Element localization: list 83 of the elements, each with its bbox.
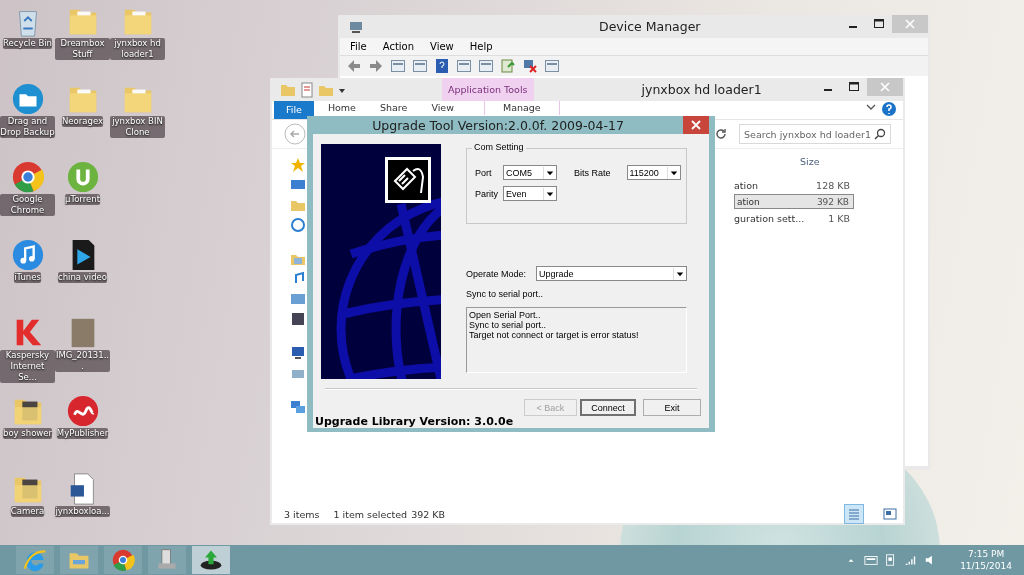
port-dropdown[interactable]: COM5 [503, 165, 557, 180]
status-text: 1 item selected [333, 508, 408, 520]
help-icon[interactable] [881, 101, 897, 117]
back-arrow-icon[interactable] [346, 58, 362, 74]
ribbon-tab[interactable]: Manage [483, 101, 560, 115]
cable-icon [385, 157, 431, 203]
context-tab-group: Application Tools [442, 78, 534, 101]
panel-icon[interactable] [456, 58, 472, 74]
close-button[interactable] [683, 116, 709, 134]
desktop-icon-label[interactable]: Drag and Drop Backup [0, 116, 55, 138]
file-row[interactable]: ation 128 KB [734, 177, 854, 193]
status-text: Sync to serial port.. [466, 289, 545, 299]
log-line: Open Serial Port.. [469, 310, 542, 320]
computer-icon[interactable] [290, 345, 306, 361]
film-icon[interactable] [290, 311, 306, 327]
upgrade-app-icon [199, 548, 223, 572]
menu-item[interactable]: Help [469, 41, 493, 52]
bits-rate-dropdown[interactable]: 115200 [626, 165, 681, 180]
desktop-icon-label[interactable]: jynxbox BIN Clone [110, 116, 165, 138]
torrent-icon[interactable] [65, 160, 100, 194]
dialog-button[interactable]: Exit [643, 399, 701, 416]
file-row[interactable]: guration sett... 1 KB [734, 210, 854, 226]
browser-icon [111, 548, 135, 572]
scan-icon[interactable] [478, 58, 494, 74]
window-title: Device Manager [599, 19, 701, 34]
browser-icon[interactable] [10, 160, 45, 194]
ribbon-tab[interactable]: Share [369, 101, 418, 115]
taskbar-button[interactable] [192, 546, 230, 574]
list-icon[interactable] [412, 58, 428, 74]
menu-item[interactable]: Action [382, 41, 415, 52]
desktop-icon-label[interactable]: boy shower [3, 428, 52, 439]
properties-icon[interactable] [299, 81, 315, 98]
window-title: jynxbox hd loader1 [641, 82, 762, 97]
clock-time[interactable]: 7:15 PM [967, 548, 1005, 560]
properties-icon[interactable] [390, 58, 406, 74]
desktop-icon-label[interactable]: jynxbox hd loader1 [110, 38, 165, 60]
circle-logo-icon[interactable] [65, 394, 100, 428]
network-icon[interactable] [290, 399, 306, 415]
ribbon-tab[interactable]: Home [317, 101, 366, 115]
field-label: Operate Mode: [466, 268, 528, 279]
desktop-icon-label[interactable]: Google Chrome [0, 194, 55, 216]
search-field[interactable]: Search jynxbox hd loader1 [739, 124, 891, 144]
browser-e-icon [23, 548, 47, 572]
desktop-icon-label[interactable]: Dreambox Stuff [55, 38, 110, 60]
window-title: Upgrade Tool Version:2.0.0f. 2009-04-17 [371, 117, 625, 133]
field-label: Bits Rate [574, 167, 611, 178]
device-icon [155, 548, 179, 572]
group-title: Com Setting [472, 142, 526, 152]
parity-dropdown[interactable]: Even [503, 186, 557, 201]
log-line: Sync to serial port.. [469, 320, 548, 330]
refresh-device-icon[interactable] [544, 58, 560, 74]
folder-circle-icon[interactable] [10, 82, 45, 116]
details-view-icon[interactable] [845, 505, 863, 523]
desktop-icon-label[interactable]: IMG_20131... [55, 350, 110, 372]
status-text: 392 KB [411, 508, 446, 520]
large-icons-view-icon[interactable] [881, 505, 899, 523]
operate-mode-dropdown[interactable]: Upgrade [536, 266, 687, 281]
menu-item[interactable]: View [430, 41, 454, 52]
column-header[interactable]: Size [734, 151, 854, 173]
forward-arrow-icon[interactable] [368, 58, 384, 74]
search-icon [874, 128, 886, 140]
star-icon[interactable] [290, 157, 306, 173]
field-label: Port [475, 167, 493, 178]
refresh-icon[interactable] [713, 126, 729, 142]
dialog-button[interactable]: Connect [580, 399, 636, 416]
update-icon[interactable] [500, 58, 516, 74]
battery-icon[interactable] [864, 553, 879, 567]
remove-device-icon[interactable] [522, 58, 538, 74]
field-label: Parity [475, 188, 499, 199]
desktop-icon-label[interactable]: Kaspersky Internet Se... [0, 350, 55, 383]
clock-date[interactable]: 11/15/2014 [960, 560, 1012, 572]
ribbon-tab[interactable]: View [421, 101, 464, 115]
help-icon[interactable] [434, 58, 450, 74]
library-version-text: Upgrade Library Version: 3.0.0e [315, 415, 514, 428]
music-note-icon[interactable] [10, 238, 45, 272]
back-button[interactable] [284, 123, 306, 145]
ribbon-tab[interactable]: File [274, 101, 314, 119]
status-text: 3 items [284, 508, 320, 520]
file-row[interactable]: ation 392 KB [734, 194, 854, 209]
cloud-icon[interactable] [290, 217, 306, 233]
desktop-icon-label[interactable]: china video [58, 272, 107, 283]
log-line: Target not connect or target is error status! [469, 330, 640, 340]
menu-item[interactable]: File [350, 41, 367, 52]
